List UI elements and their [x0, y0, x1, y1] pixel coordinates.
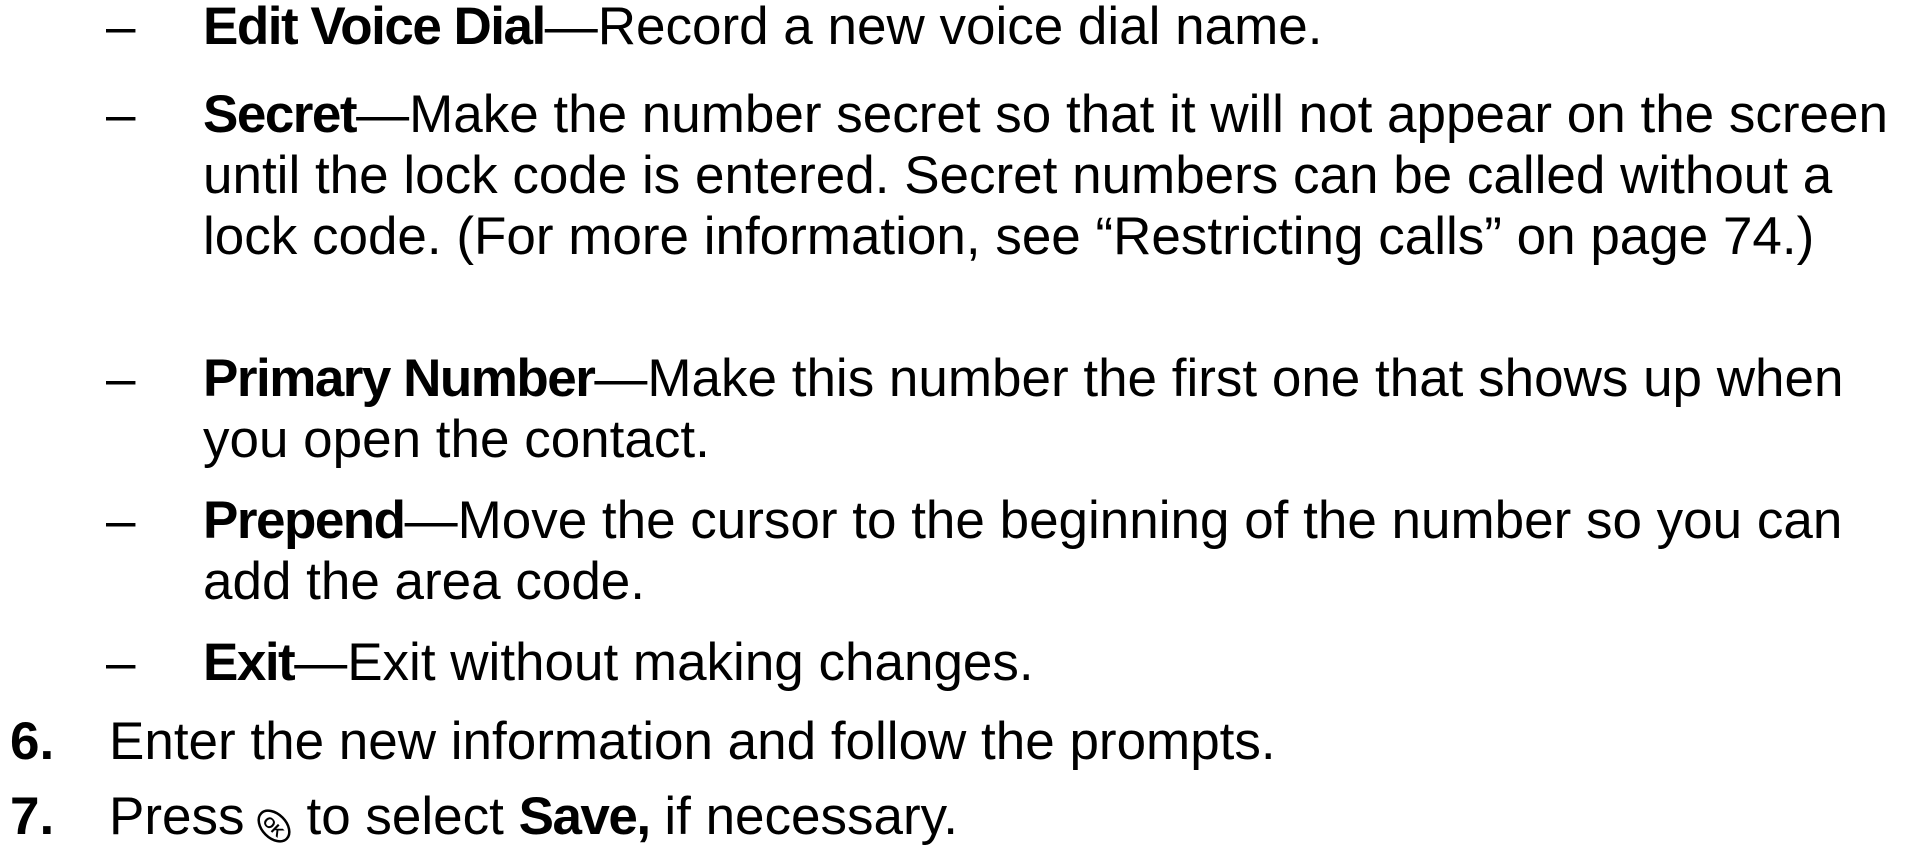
dash-bullet: –: [106, 0, 136, 56]
em-dash: —: [404, 491, 458, 550]
press-text: Press: [109, 787, 245, 846]
description: Exit without making changes.: [347, 633, 1034, 692]
if-necessary-text: if necessary.: [664, 787, 958, 846]
step-number: 6.: [10, 712, 55, 771]
em-dash: —: [294, 633, 348, 692]
term-exit: Exit: [203, 633, 296, 692]
description: Record a new voice dial name.: [597, 0, 1323, 56]
term-primary-number: Primary Number: [203, 349, 596, 408]
em-dash: —: [356, 85, 410, 144]
sub-item-text: Edit Voice Dial—Record a new voice dial …: [203, 0, 1893, 57]
em-dash: —: [544, 0, 598, 56]
description: Make the number secret so that it will n…: [203, 85, 1888, 266]
term-save: Save,: [518, 787, 652, 846]
term-prepend: Prepend: [203, 491, 406, 550]
sub-item-text: Exit—Exit without making changes.: [203, 632, 1893, 693]
step-text: Enter the new information and follow the…: [109, 712, 1276, 771]
dash-bullet: –: [106, 491, 136, 550]
dash-bullet: –: [106, 633, 136, 692]
em-dash: —: [594, 349, 648, 408]
dash-bullet: –: [106, 349, 136, 408]
term-secret: Secret: [203, 85, 358, 144]
manual-page: – Edit Voice Dial—Record a new voice dia…: [0, 0, 1912, 850]
term-edit-voice-dial: Edit Voice Dial: [203, 0, 546, 56]
step-text: Press OK to select Save, if necessary.: [109, 786, 1889, 847]
sub-item-text: Prepend—Move the cursor to the beginning…: [203, 490, 1893, 612]
sub-item-text: Primary Number—Make this number the firs…: [203, 348, 1893, 470]
to-select-text: to select: [306, 787, 504, 846]
sub-item-text: Secret—Make the number secret so that it…: [203, 84, 1893, 267]
dash-bullet: –: [106, 85, 136, 144]
step-number: 7.: [10, 787, 55, 846]
ok-key-icon: OK: [252, 800, 296, 844]
